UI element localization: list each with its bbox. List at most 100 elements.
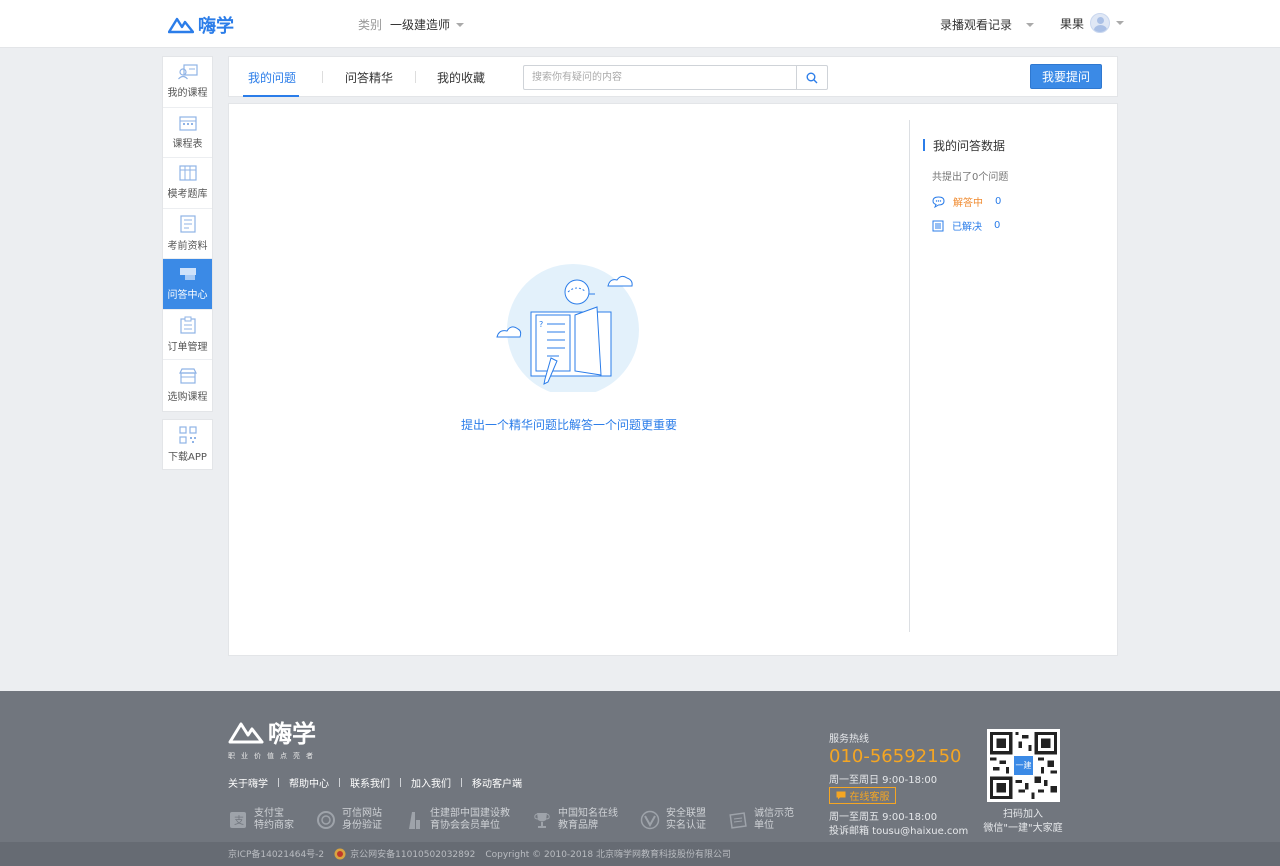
footer	[0, 691, 1280, 866]
footer-logo[interactable]: 嗨学 职业价值点亮者	[228, 714, 319, 761]
footer-logo-text: 嗨学	[268, 720, 316, 748]
logo-text: 嗨学	[198, 16, 234, 37]
badge-line: 教育品牌	[558, 820, 598, 831]
police-record[interactable]: 京公网安备11010502032892	[334, 847, 475, 860]
badge-line: 诚信示范	[754, 808, 794, 819]
wechat-qrcode: 一建	[987, 729, 1060, 802]
footer-link-join[interactable]: 加入我们	[411, 775, 451, 790]
sidebar-item-label: 模考题库	[167, 189, 208, 201]
icp-number[interactable]: 京ICP备14021464号-2	[228, 847, 324, 860]
sidebar-item-shop[interactable]: 选购课程	[163, 360, 212, 411]
badge-security-alliance[interactable]: 安全联盟 实名认证	[640, 808, 706, 832]
chevron-down-icon	[456, 22, 465, 27]
clipboard-icon	[179, 316, 196, 334]
main-panel: ? 提出一个精华问题比解答一个问题更重要 我的问答数据 共提出了0个问题 解答中…	[228, 103, 1118, 656]
user-menu[interactable]: 果果	[1060, 13, 1125, 33]
chat-icon	[836, 791, 845, 800]
search-input[interactable]	[524, 66, 796, 89]
footer-link-mobile[interactable]: 移动客户端	[472, 775, 522, 790]
empty-state-message: 提出一个精华问题比解答一个问题更重要	[460, 418, 677, 432]
sidebar-item-qa-center[interactable]: 问答中心	[163, 259, 212, 310]
badge-trusted-site[interactable]: 可信网站 身份验证	[316, 808, 382, 832]
sidebar-item-download-app[interactable]: 下载APP	[162, 419, 213, 470]
svg-text:支: 支	[234, 815, 244, 827]
hours-weekend: 周一至周日 9:00-18:00	[829, 775, 938, 786]
hotline-number: 010-56592150	[829, 746, 962, 767]
sidebar-item-label: 我的课程	[167, 88, 208, 100]
police-badge-icon	[334, 848, 346, 859]
tab-separator	[415, 71, 416, 83]
question-bank-icon	[178, 165, 197, 181]
tab-featured-qa[interactable]: 问答精华	[345, 69, 393, 86]
alipay-icon: 支	[228, 810, 248, 830]
online-service-button[interactable]: 在线客服	[829, 787, 896, 804]
search-box	[523, 65, 828, 90]
chevron-down-icon	[1026, 22, 1035, 27]
panel-divider	[909, 120, 910, 632]
badge-line: 可信网站	[342, 808, 382, 819]
stat-answering[interactable]: 解答中 0	[932, 194, 1001, 209]
footer-link-help[interactable]: 帮助中心	[289, 775, 329, 790]
stat-solved[interactable]: 已解决 0	[932, 218, 1000, 233]
shop-icon	[178, 368, 197, 384]
badge-alipay[interactable]: 支 支付宝 特约商家	[228, 808, 294, 832]
building-icon	[404, 810, 424, 830]
empty-state-illustration: ?	[496, 264, 639, 392]
tab-my-questions[interactable]: 我的问题	[248, 69, 296, 86]
badge-construction-assoc[interactable]: 住建部中国建设教 育协会会员单位	[404, 808, 510, 832]
qrcode-caption-line2: 微信"一建"大家庭	[983, 823, 1063, 834]
hours-weekday: 周一至周五 9:00-18:00	[829, 812, 938, 823]
sidebar-item-label: 课程表	[172, 138, 203, 150]
tab-my-favorites[interactable]: 我的收藏	[437, 69, 485, 86]
header-logo[interactable]: 嗨学	[168, 12, 234, 38]
search-button[interactable]	[796, 66, 827, 89]
certificate-icon	[728, 810, 748, 830]
sidebar-item-label: 考前资料	[167, 240, 208, 252]
top-bar: 嗨学 类别 一级建造师 录播观看记录 果果	[0, 0, 1280, 48]
active-tab-indicator	[243, 95, 299, 97]
copyright-text: Copyright © 2010-2018 北京嗨学网教育科技股份有限公司	[485, 850, 731, 860]
chat-bubble-icon	[932, 195, 945, 208]
badge-line: 单位	[754, 820, 774, 831]
trophy-icon	[532, 810, 552, 830]
qrcode-caption-line1: 扫码加入	[1003, 809, 1043, 820]
stats-total: 共提出了0个问题	[932, 172, 1009, 183]
solved-count: 0	[994, 220, 1001, 231]
sidebar-item-orders[interactable]: 订单管理	[163, 310, 212, 360]
logo-mountain-icon	[228, 722, 264, 743]
badge-education-brand[interactable]: 中国知名在线 教育品牌	[532, 808, 618, 832]
record-history-dropdown[interactable]: 录播观看记录	[940, 16, 1035, 33]
footer-link-contact[interactable]: 联系我们	[350, 775, 390, 790]
hotline-label: 服务热线	[829, 734, 869, 745]
sidebar-item-my-courses[interactable]: 我的课程	[163, 57, 212, 108]
qa-icon	[179, 268, 196, 281]
sidebar-item-question-bank[interactable]: 模考题库	[163, 158, 212, 209]
sidebar-item-label: 订单管理	[167, 341, 208, 353]
qa-tabs-bar: 我的问题 问答精华 我的收藏 我要提问	[228, 56, 1118, 97]
svg-text:?: ?	[539, 320, 543, 329]
footer-links: 关于嗨学 帮助中心 联系我们 加入我们 移动客户端	[228, 775, 522, 790]
document-icon	[179, 215, 196, 233]
chevron-down-icon	[1116, 21, 1125, 25]
document-list-icon	[932, 220, 944, 231]
badge-integrity[interactable]: 诚信示范 单位	[728, 808, 794, 832]
category-dropdown[interactable]: 一级建造师	[390, 16, 465, 33]
avatar	[1090, 13, 1111, 33]
sidebar-item-schedule[interactable]: 课程表	[163, 108, 212, 158]
sidebar-item-materials[interactable]: 考前资料	[163, 209, 212, 259]
qrcode-icon	[178, 426, 197, 444]
badge-line: 实名认证	[666, 820, 706, 831]
answering-count: 0	[995, 196, 1002, 207]
ask-question-button[interactable]: 我要提问	[1030, 64, 1102, 89]
username: 果果	[1060, 16, 1085, 31]
verified-v-icon	[640, 810, 660, 830]
footer-link-about[interactable]: 关于嗨学	[228, 775, 268, 790]
badge-line: 支付宝	[254, 808, 284, 819]
qrcode-center-label: 一建	[1015, 761, 1032, 770]
qrcode-caption: 扫码加入 微信"一建"大家庭	[968, 808, 1078, 836]
sidebar-item-label: 问答中心	[167, 290, 208, 302]
record-label: 录播观看记录	[940, 18, 1013, 32]
footer-slogan: 职业价值点亮者	[228, 752, 319, 760]
solved-label: 已解决	[952, 222, 982, 233]
sidebar-item-label: 下载APP	[168, 452, 207, 463]
